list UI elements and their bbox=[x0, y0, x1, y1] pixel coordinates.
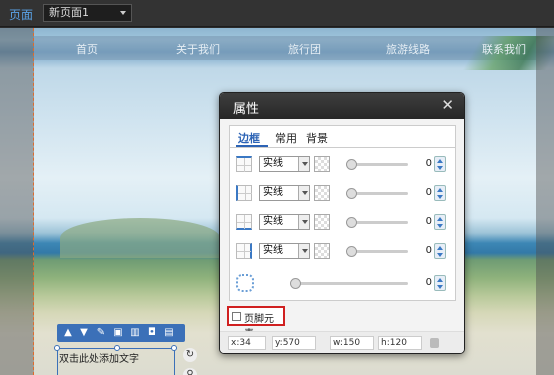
active-tab-indicator bbox=[236, 145, 268, 147]
page-label: 页面 bbox=[9, 8, 34, 22]
border-width-value: 0 bbox=[425, 245, 432, 256]
border-radius-row: 0 bbox=[230, 273, 455, 293]
resize-handle[interactable] bbox=[54, 345, 60, 351]
footer-element-checkbox[interactable] bbox=[232, 312, 241, 321]
tab-border[interactable]: 边框 bbox=[238, 130, 260, 146]
text-element[interactable]: 双击此处添加文字 bbox=[54, 345, 177, 375]
border-style-value: 实线 bbox=[263, 187, 283, 198]
link-icon[interactable]: ⚲ bbox=[183, 368, 197, 375]
dialog-title: 属性 bbox=[233, 102, 260, 117]
color-picker[interactable] bbox=[314, 243, 330, 259]
edit-icon[interactable]: ✎ bbox=[96, 327, 106, 338]
chevron-down-icon bbox=[298, 157, 309, 171]
nav-item-contact[interactable]: 联系我们 bbox=[482, 41, 526, 57]
border-style-select[interactable]: 实线 bbox=[259, 214, 310, 230]
close-icon[interactable]: ✕ bbox=[441, 96, 454, 114]
slider-handle[interactable] bbox=[290, 278, 301, 289]
border-style-select[interactable]: 实线 bbox=[259, 243, 310, 259]
down-arrow-icon[interactable]: ▼ bbox=[79, 327, 89, 338]
tab-background[interactable]: 背景 bbox=[306, 130, 328, 146]
footer-element-option[interactable]: 页脚元素 bbox=[227, 306, 285, 340]
border-width-slider[interactable] bbox=[346, 188, 408, 199]
nav-item-tour-group[interactable]: 旅行团 bbox=[288, 41, 321, 57]
image-icon[interactable]: ▣ bbox=[113, 327, 123, 338]
dialog-title-bar[interactable]: 属性 ✕ bbox=[220, 93, 464, 119]
top-bar: 页面 新页面1 bbox=[0, 0, 554, 27]
coordinate-bar: x:34 y:570 w:150 h:120 bbox=[220, 331, 464, 353]
border-style-value: 实线 bbox=[263, 158, 283, 169]
element-toolbar: ▲ ▼ ✎ ▣ ▥ ◘ ▤ bbox=[57, 324, 185, 342]
border-radius-icon bbox=[236, 274, 254, 292]
landscape-hill bbox=[60, 218, 220, 258]
x-field[interactable]: x:34 bbox=[228, 336, 266, 350]
border-bottom-icon bbox=[236, 214, 252, 230]
color-picker[interactable] bbox=[314, 214, 330, 230]
border-width-slider[interactable] bbox=[346, 217, 408, 228]
border-right-icon bbox=[236, 243, 252, 259]
y-field[interactable]: y:570 bbox=[272, 336, 316, 350]
slider-handle[interactable] bbox=[346, 246, 357, 257]
border-style-value: 实线 bbox=[263, 245, 283, 256]
number-stepper[interactable] bbox=[434, 275, 446, 291]
tab-common[interactable]: 常用 bbox=[275, 130, 297, 146]
nav-item-home[interactable]: 首页 bbox=[76, 41, 98, 57]
border-width-value: 0 bbox=[425, 158, 432, 169]
number-stepper[interactable] bbox=[434, 214, 446, 230]
text-element-content: 双击此处添加文字 bbox=[59, 354, 139, 365]
resize-handle[interactable] bbox=[171, 345, 177, 351]
border-right-row: 实线 0 bbox=[230, 241, 455, 261]
border-left-icon bbox=[236, 185, 252, 201]
color-picker[interactable] bbox=[314, 185, 330, 201]
border-radius-slider[interactable] bbox=[290, 278, 408, 289]
page-select-value: 新页面1 bbox=[49, 6, 89, 19]
border-bottom-row: 实线 0 bbox=[230, 212, 455, 232]
number-stepper[interactable] bbox=[434, 156, 446, 172]
number-stepper[interactable] bbox=[434, 243, 446, 259]
chevron-down-icon bbox=[298, 186, 309, 200]
border-style-select[interactable]: 实线 bbox=[259, 156, 310, 172]
width-field[interactable]: w:150 bbox=[330, 336, 374, 350]
slider-handle[interactable] bbox=[346, 217, 357, 228]
color-picker[interactable] bbox=[314, 156, 330, 172]
border-width-value: 0 bbox=[425, 216, 432, 227]
properties-panel: 边框 常用 背景 实线 0 实线 0 实线 0 实线 0 0 bbox=[229, 125, 456, 301]
guide-line bbox=[33, 28, 34, 375]
chart-icon[interactable]: ▥ bbox=[130, 327, 140, 338]
right-margin-shade bbox=[536, 28, 554, 375]
resize-handle[interactable] bbox=[114, 345, 120, 351]
nav-item-routes[interactable]: 旅游线路 bbox=[386, 41, 430, 57]
border-width-slider[interactable] bbox=[346, 159, 408, 170]
properties-dialog: 属性 ✕ 边框 常用 背景 实线 0 实线 0 实线 0 实线 0 0 页脚元 … bbox=[219, 92, 465, 354]
border-style-select[interactable]: 实线 bbox=[259, 185, 310, 201]
slider-handle[interactable] bbox=[346, 188, 357, 199]
up-arrow-icon[interactable]: ▲ bbox=[63, 327, 73, 338]
border-style-value: 实线 bbox=[263, 216, 283, 227]
lock-icon[interactable]: ◘ bbox=[147, 327, 157, 338]
chevron-down-icon bbox=[298, 215, 309, 229]
delete-icon[interactable]: ▤ bbox=[164, 327, 174, 338]
chevron-down-icon bbox=[298, 244, 309, 258]
chevron-down-icon bbox=[120, 11, 126, 15]
aspect-lock-icon[interactable] bbox=[430, 338, 439, 348]
tab-bar: 边框 常用 背景 bbox=[230, 126, 455, 148]
border-left-row: 实线 0 bbox=[230, 183, 455, 203]
rotate-icon[interactable]: ↻ bbox=[183, 348, 197, 362]
height-field[interactable]: h:120 bbox=[378, 336, 422, 350]
border-top-icon bbox=[236, 156, 252, 172]
border-width-slider[interactable] bbox=[346, 246, 408, 257]
border-top-row: 实线 0 bbox=[230, 154, 455, 174]
left-margin-shade bbox=[0, 28, 34, 375]
page-select[interactable]: 新页面1 bbox=[43, 4, 132, 22]
slider-handle[interactable] bbox=[346, 159, 357, 170]
site-navbar: 首页 关于我们 旅行团 旅游线路 联系我们 bbox=[34, 36, 554, 70]
border-radius-value: 0 bbox=[425, 277, 432, 288]
number-stepper[interactable] bbox=[434, 185, 446, 201]
nav-item-about[interactable]: 关于我们 bbox=[176, 41, 220, 57]
border-width-value: 0 bbox=[425, 187, 432, 198]
